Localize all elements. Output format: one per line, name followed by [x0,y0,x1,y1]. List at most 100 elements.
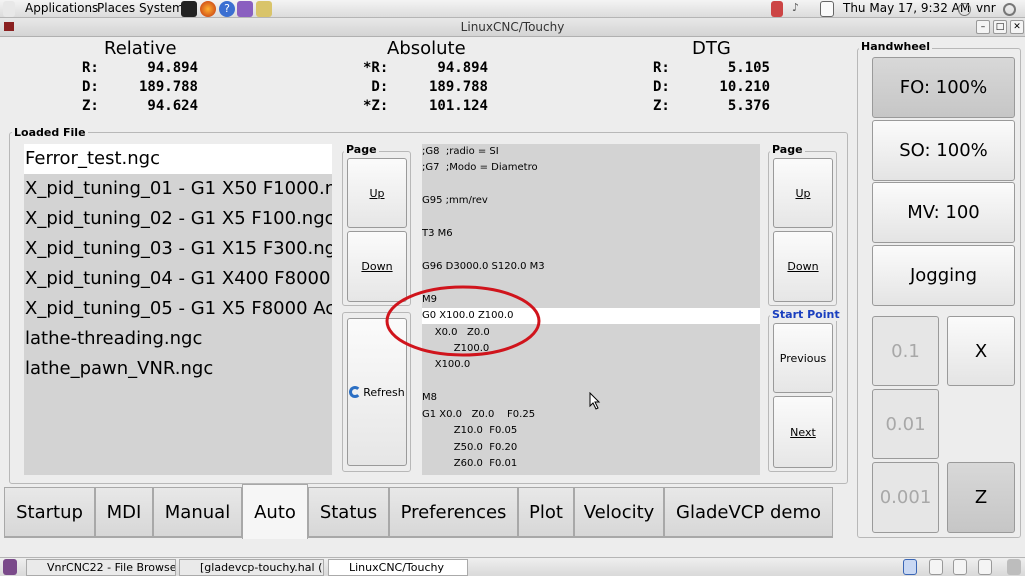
loaded-file-label: Loaded File [12,126,88,139]
increment-0-001-button[interactable]: 0.001 [872,462,939,533]
dro-dtg-d-label: D: [653,79,670,95]
tab-startup[interactable]: Startup [4,487,95,537]
menu-system[interactable]: System [139,1,184,15]
dro-absolute-z-value: 101.124 [428,98,488,114]
clock[interactable]: Thu May 17, 9:32 AM [843,1,970,15]
gcode-page-down-button[interactable]: Down [773,231,833,302]
tab-preferences[interactable]: Preferences [389,487,518,537]
jogging-button[interactable]: Jogging [872,245,1015,306]
file-list-item[interactable]: X_pid_tuning_01 - G1 X50 F1000.ngc [24,174,332,204]
refresh-icon [349,386,362,398]
max-velocity-button[interactable]: MV: 100 [872,182,1015,243]
menu-places[interactable]: Places [97,1,135,15]
tab-manual[interactable]: Manual [153,487,242,537]
dro-absolute-r-value: 94.894 [437,60,488,76]
dro-relative-r-value: 94.894 [147,60,198,76]
gnome-foot-icon[interactable] [3,1,15,17]
handwheel-label: Handwheel [859,40,933,53]
tab-baseline [4,537,833,538]
next-label: Next [790,425,816,439]
dro-dtg-d-value: 10.210 [719,79,770,95]
annotation-circle [385,285,541,357]
dro-absolute-title: Absolute [387,38,466,59]
firefox-icon[interactable] [200,1,216,17]
start-point-next-button[interactable]: Next [773,396,833,468]
dro-relative-d-label: D: [82,79,99,95]
start-point-label: Start Point [770,308,842,321]
terminal-icon[interactable] [181,1,197,17]
close-icon[interactable]: ✕ [1010,20,1024,34]
axis-z-button[interactable]: Z [947,462,1015,533]
file-list-item[interactable]: Ferror_test.ngc [24,144,332,174]
gcode-line: ;G7 ;Modo = Diametro [422,162,538,173]
file-list-item[interactable]: X_pid_tuning_02 - G1 X5 F100.ngc [24,204,332,234]
gcode-page-down-label: Down [787,260,819,273]
gcode-line [422,243,760,259]
maximize-icon[interactable]: □ [993,20,1007,34]
file-list-item[interactable]: X_pid_tuning_04 - G1 X400 F8000.ngc [24,264,332,294]
gcode-page-up-button[interactable]: Up [773,158,833,228]
trash-icon[interactable] [1007,559,1021,575]
window-titlebar: LinuxCNC/Touchy – □ ✕ [0,18,1025,37]
workspace-4-icon[interactable] [978,559,992,575]
dro-dtg-z-label: Z: [653,98,670,114]
gcode-line [422,210,760,226]
monitor-icon[interactable] [237,1,253,17]
feed-override-button[interactable]: FO: 100% [872,57,1015,118]
mail-icon[interactable] [820,1,834,17]
show-desktop-icon[interactable] [3,559,17,575]
tab-plot[interactable]: Plot [518,487,574,537]
dro-dtg-r-value: 5.105 [727,60,770,76]
workspace-3-icon[interactable] [953,559,967,575]
gcode-line: G95 ;mm/rev [422,195,488,206]
increment-0-01-button[interactable]: 0.01 [872,389,939,459]
file-page-up-button[interactable]: Up [347,158,407,228]
file-list[interactable]: Ferror_test.ngc X_pid_tuning_01 - G1 X50… [24,144,332,475]
user-icon [958,3,971,16]
refresh-label: Refresh [363,385,405,399]
workspace-1-icon[interactable] [903,559,917,575]
file-list-item[interactable]: X_pid_tuning_05 - G1 X5 F8000 Acc [24,294,332,324]
tab-velocity[interactable]: Velocity [574,487,664,537]
gcode-line [422,374,760,390]
power-icon[interactable] [1003,3,1016,16]
file-list-item[interactable]: lathe_pawn_VNR.ngc [24,354,332,384]
gcode-line [422,177,760,193]
taskbar-item-file-browser[interactable]: VnrCNC22 - File Browser [26,559,176,576]
volume-icon[interactable]: ♪ [792,1,804,17]
dro-relative-z-value: 94.624 [147,98,198,114]
gcode-page-up-label: Up [795,186,811,200]
user-name[interactable]: vnr [976,1,996,15]
help-icon[interactable]: ? [219,1,235,17]
workspace-2-icon[interactable] [929,559,943,575]
file-list-item[interactable]: X_pid_tuning_03 - G1 X15 F300.ngc [24,234,332,264]
network-icon[interactable] [771,1,783,17]
file-page-down-label: Down [361,260,393,273]
launcher-icon[interactable] [256,1,272,17]
dro-dtg-title: DTG [692,38,731,59]
taskbar-item-hal-editor[interactable]: [gladevcp-touchy.hal (... [179,559,324,576]
tab-status[interactable]: Status [308,487,389,537]
file-list-item[interactable]: lathe-threading.ngc [24,324,332,354]
gcode-line: Z50.0 F0.20 [422,442,518,453]
tab-mdi[interactable]: MDI [95,487,153,537]
gcode-line: Z10.0 F0.05 [422,425,518,436]
tab-auto[interactable]: Auto [242,484,308,539]
tab-gladevcp-demo[interactable]: GladeVCP demo [664,487,833,537]
previous-label: Previous [779,351,827,365]
gcode-line: Z60.0 F0.01 [422,458,518,469]
minimize-icon[interactable]: – [976,20,990,34]
start-point-previous-button[interactable]: Previous [773,323,833,393]
taskbar-item-touchy[interactable]: LinuxCNC/Touchy [328,559,468,576]
gcode-line: ;G8 ;radio = SI [422,146,499,157]
increment-0-1-button[interactable]: 0.1 [872,316,939,386]
axis-x-button[interactable]: X [947,316,1015,386]
dro-absolute-d-label: D: [363,79,389,95]
dro-relative-r-label: R: [82,60,99,76]
dro-dtg-r-label: R: [653,60,670,76]
dro-relative-z-label: Z: [82,98,99,114]
menu-applications[interactable]: Applications [25,1,98,15]
mouse-cursor-icon [589,392,601,410]
spindle-override-button[interactable]: SO: 100% [872,120,1015,181]
dro-relative-d-value: 189.788 [138,79,198,95]
